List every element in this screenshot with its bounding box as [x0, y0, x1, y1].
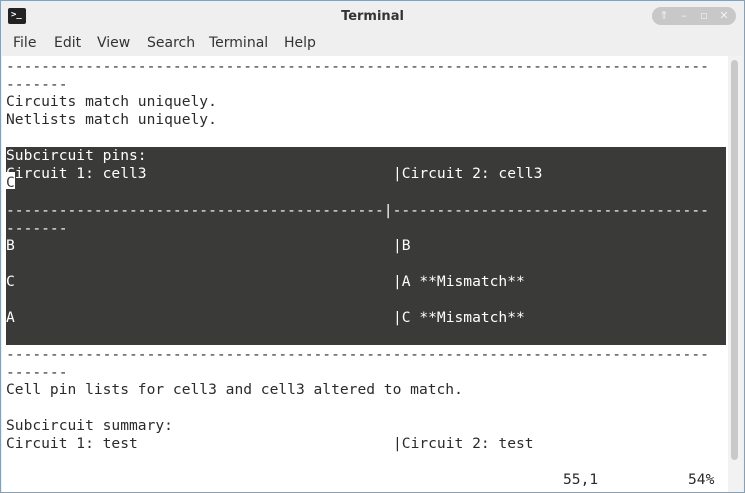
summary-right: |Circuit 2: test [393, 435, 534, 452]
netlists-match-line: Netlists match uniquely. [6, 111, 217, 128]
scrollbar-thumb[interactable] [731, 60, 738, 460]
menu-search[interactable]: Search [147, 35, 195, 51]
summary-left: Circuit 1: test [6, 435, 138, 452]
pins-header-right: |Circuit 2: cell3 [393, 165, 543, 182]
text-cursor: C [6, 172, 15, 191]
pin-b-right: |B [393, 237, 411, 254]
pin-c-right: |A **Mismatch** [393, 273, 525, 290]
separator-wrap-2: ------- [6, 364, 68, 381]
scroll-percent: 54% [688, 471, 715, 488]
menu-help[interactable]: Help [284, 35, 316, 51]
menu-edit[interactable]: Edit [54, 35, 81, 51]
pins-separator: ----------------------------------------… [6, 202, 709, 219]
menu-file[interactable]: File [13, 35, 36, 51]
separator-line: ----------------------------------------… [6, 58, 709, 75]
pins-header-left: Circuit 1: cell3 [6, 165, 147, 182]
window-title: Terminal [341, 9, 404, 24]
title-bar[interactable]: >_ Terminal ⇑ – ▫ ✕ [1, 1, 744, 31]
menu-terminal[interactable]: Terminal [209, 35, 268, 51]
pin-a-right: |C **Mismatch** [393, 309, 525, 326]
subcircuit-pins-heading: Subcircuit pins: [6, 147, 147, 164]
window-controls: ⇑ – ▫ ✕ [652, 7, 736, 25]
menu-bar: File Edit View Search Terminal Help [1, 31, 744, 56]
minimize-button[interactable]: – [674, 7, 694, 25]
maximize-button[interactable]: ▫ [694, 7, 714, 25]
separator-line-2: ----------------------------------------… [6, 346, 709, 363]
cursor-position: 55,1 [563, 471, 599, 488]
menu-view[interactable]: View [97, 35, 130, 51]
separator-wrap: ------- [6, 76, 68, 93]
subcircuit-summary-heading: Subcircuit summary: [6, 417, 173, 434]
circuits-match-line: Circuits match uniquely. [6, 93, 217, 110]
pin-c-left: C [6, 273, 15, 290]
pin-b-left: B [6, 237, 15, 254]
vertical-scrollbar[interactable] [728, 56, 742, 492]
cell-pins-altered-line: Cell pin lists for cell3 and cell3 alter… [6, 381, 463, 398]
terminal-window: >_ Terminal ⇑ – ▫ ✕ File Edit View Searc… [0, 0, 745, 493]
close-button[interactable]: ✕ [714, 7, 734, 25]
shade-button[interactable]: ⇑ [654, 7, 674, 25]
pins-separator-wrap: ------- [6, 220, 68, 237]
terminal-output[interactable]: ----------------------------------------… [2, 56, 728, 492]
pin-a-left: A [6, 309, 15, 326]
